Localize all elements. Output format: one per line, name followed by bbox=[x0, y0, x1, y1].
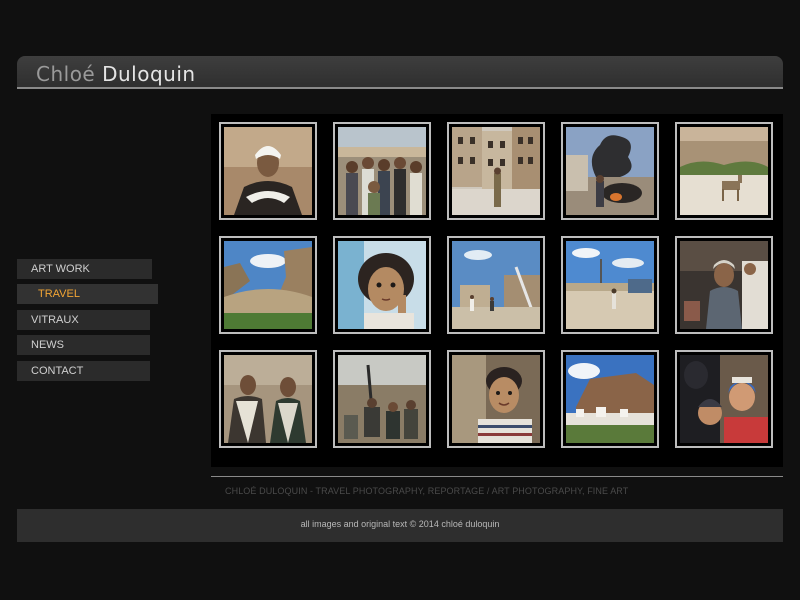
site-header: Chloé Duloquin bbox=[17, 56, 783, 89]
gallery-thumbnail[interactable] bbox=[333, 122, 431, 220]
nav-item-travel[interactable]: TRAVEL bbox=[17, 284, 158, 304]
two-men-portrait-photo bbox=[224, 355, 312, 443]
site-tagline: CHLOÉ DULOQUIN - TRAVEL PHOTOGRAPHY, REP… bbox=[225, 486, 629, 496]
portrait-boy-striped-sweater-photo bbox=[452, 355, 540, 443]
portrait-girl-photo bbox=[338, 241, 426, 329]
site-title-first: Chloé bbox=[36, 62, 96, 86]
gallery-thumbnail[interactable] bbox=[561, 236, 659, 334]
portrait-man-white-turban-photo bbox=[224, 127, 312, 215]
nav-item-vitraux[interactable]: VITRAUX bbox=[17, 310, 150, 330]
gallery-thumbnail[interactable] bbox=[447, 122, 545, 220]
gallery-thumbnail[interactable] bbox=[219, 122, 317, 220]
group-with-rifle-photo bbox=[338, 355, 426, 443]
gallery-thumbnail[interactable] bbox=[333, 350, 431, 448]
gallery-thumbnail[interactable] bbox=[675, 350, 773, 448]
gallery-thumbnail[interactable] bbox=[219, 350, 317, 448]
street-with-people-photo bbox=[452, 241, 540, 329]
photo-gallery bbox=[211, 114, 783, 467]
site-title[interactable]: Chloé Duloquin bbox=[36, 62, 196, 86]
veiled-woman-with-children-photo bbox=[680, 355, 768, 443]
site-footer: all images and original text © 2014 chlo… bbox=[17, 509, 783, 542]
gallery-thumbnail[interactable] bbox=[675, 122, 773, 220]
gallery-thumbnail[interactable] bbox=[447, 350, 545, 448]
old-tower-houses-photo bbox=[452, 127, 540, 215]
site-title-last: Duloquin bbox=[102, 62, 196, 86]
footer-divider bbox=[211, 476, 783, 477]
nav-item-art-work[interactable]: ART WORK bbox=[17, 259, 152, 279]
boy-in-market-photo bbox=[680, 241, 768, 329]
gallery-thumbnail[interactable] bbox=[219, 236, 317, 334]
donkey-in-village-photo bbox=[680, 127, 768, 215]
canyon-cliffs-photo bbox=[224, 241, 312, 329]
nav-item-contact[interactable]: CONTACT bbox=[17, 361, 150, 381]
gallery-thumbnail[interactable] bbox=[561, 122, 659, 220]
cliff-village-photo bbox=[566, 355, 654, 443]
desert-road-with-car-photo bbox=[566, 241, 654, 329]
nav-item-news[interactable]: NEWS bbox=[17, 335, 150, 355]
gallery-thumbnail[interactable] bbox=[447, 236, 545, 334]
gallery-thumbnail[interactable] bbox=[675, 236, 773, 334]
smoke-and-fire-photo bbox=[566, 127, 654, 215]
copyright-text: all images and original text © 2014 chlo… bbox=[300, 519, 500, 529]
crowd-of-people-photo bbox=[338, 127, 426, 215]
gallery-thumbnail[interactable] bbox=[333, 236, 431, 334]
gallery-thumbnail[interactable] bbox=[561, 350, 659, 448]
